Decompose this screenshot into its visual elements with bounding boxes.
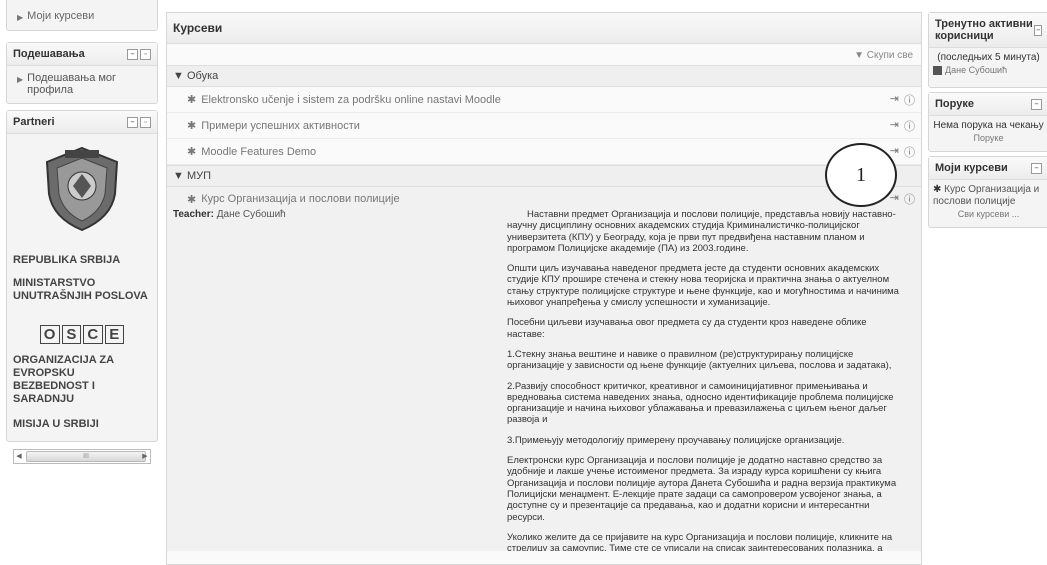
- teacher-link[interactable]: Дане Субошић: [217, 209, 286, 220]
- partner-osce-org: ORGANIZACIJA ZA EVROPSKU BEZBEDNOST I SA…: [13, 354, 114, 405]
- course-icon: ✱: [187, 94, 197, 106]
- caret-right-icon: ▶: [17, 75, 24, 84]
- messages-title: Поруке: [935, 98, 974, 110]
- online-period: (последњих 5 минута): [937, 52, 1040, 63]
- partners-header: Partneri – ▫: [7, 111, 157, 134]
- info-icon[interactable]: ⓘ: [904, 144, 915, 160]
- caret-down-icon: ▼: [173, 170, 187, 182]
- course-icon: ✱: [933, 184, 945, 195]
- course-icon: ✱: [187, 146, 197, 158]
- my-courses-title: Моји курсеви: [935, 162, 1008, 174]
- dock-icon[interactable]: ▫: [140, 48, 151, 60]
- partners-block: Partneri – ▫ REPUBLIKA SRBIJA MINISTARST…: [6, 110, 158, 464]
- collapse-icon: ▼: [854, 50, 867, 61]
- online-users-block: Тренутно активни корисници – (последњих …: [928, 12, 1047, 88]
- messages-header: Поруке –: [929, 93, 1047, 116]
- info-icon[interactable]: ⓘ: [904, 118, 915, 134]
- summary-paragraph: Општи циљ изучавања наведеног предмета ј…: [507, 263, 899, 309]
- online-user[interactable]: Дане Субошић: [933, 64, 1044, 77]
- messages-body: Нема порука на чекању Поруке: [929, 116, 1047, 149]
- police-crest-logo: [37, 144, 127, 234]
- avatar: [933, 65, 942, 75]
- scroll-left-icon[interactable]: ◀: [14, 450, 24, 463]
- summary-paragraph: 1.Стекну знања вештине и навике о правил…: [507, 348, 892, 372]
- messages-link[interactable]: Поруке: [974, 133, 1004, 143]
- settings-header: Подешавања – ▫: [7, 43, 157, 66]
- horizontal-scrollbar[interactable]: ◀ III ▶: [13, 449, 151, 464]
- enrol-icon[interactable]: ⇥: [890, 92, 899, 108]
- course-icon: ✱: [187, 120, 197, 132]
- category-obuka[interactable]: ▼ Обука: [167, 65, 921, 87]
- online-users-body: (последњих 5 минута) Дане Субошић: [929, 48, 1047, 81]
- osce-logo: O S C E: [39, 325, 125, 344]
- partner-ministry: MINISTARSTVO UNUTRAŠNJIH POSLOVA: [13, 277, 148, 302]
- courses-block: Курсеви ▼ Скупи све ▼ Обука ✱ Elektronsko…: [166, 12, 922, 565]
- collapse-icon[interactable]: –: [127, 116, 138, 128]
- caret-down-icon: ▼: [173, 70, 187, 82]
- my-courses-body: ✱ Курс Организација и послови полиције С…: [929, 180, 1047, 225]
- partners-title: Partneri: [13, 116, 55, 128]
- enrol-icon[interactable]: ⇥: [890, 118, 899, 134]
- all-courses-link[interactable]: Сви курсеви ...: [958, 209, 1020, 219]
- summary-paragraph: Посебни циљеви изучавања овог предмета с…: [507, 317, 867, 340]
- course-summary: Наставни предмет Организација и послови …: [507, 209, 905, 551]
- teacher-label: Teacher:: [173, 209, 214, 220]
- collapse-icon[interactable]: –: [1031, 98, 1042, 110]
- collapse-icon[interactable]: –: [1031, 162, 1042, 174]
- messages-block: Поруке – Нема порука на чекању Поруке: [928, 92, 1047, 152]
- course-row[interactable]: ✱ Примери успешних активности ⇥ ⓘ: [167, 113, 921, 139]
- summary-paragraph: Електронски курс Организација и послови …: [507, 455, 897, 523]
- collapse-icon[interactable]: –: [127, 48, 138, 60]
- info-icon[interactable]: ⓘ: [904, 92, 915, 108]
- caret-right-icon: ▶: [17, 13, 24, 22]
- no-messages-text: Нема порука на чекању: [933, 120, 1044, 131]
- dock-icon[interactable]: ▫: [140, 116, 151, 128]
- profile-settings-link[interactable]: ▶ Подешавања мог профила: [7, 66, 157, 100]
- collapse-all-link[interactable]: ▼ Скупи све: [167, 44, 921, 65]
- scroll-thumb[interactable]: III: [26, 451, 146, 462]
- partner-mission: MISIJA U SRBIJI: [13, 418, 99, 430]
- my-courses-header: Моји курсеви –: [929, 157, 1047, 180]
- callout-marker: 1: [825, 143, 897, 207]
- my-courses-block: Моји курсеви – ✱ Курс Организација и пос…: [928, 156, 1047, 228]
- info-icon[interactable]: ⓘ: [904, 191, 915, 207]
- scroll-right-icon[interactable]: ▶: [140, 450, 150, 463]
- course-link[interactable]: ✱ Курс Организација и послови полиције: [173, 191, 400, 207]
- course-row[interactable]: ✱ Moodle Features Demo ⇥ ⓘ: [167, 139, 921, 165]
- summary-paragraph: 3.Примењују методологију примерену проуч…: [507, 434, 845, 446]
- profile-settings-label: Подешавања мог профила: [27, 72, 117, 96]
- summary-paragraph: Уколико желите да се пријавите на курс О…: [507, 531, 893, 551]
- category-mup[interactable]: ▼ МУП: [167, 165, 921, 187]
- online-users-title: Тренутно активни корисници: [935, 18, 1033, 42]
- expanded-course: ✱ Курс Организација и послови полиције ⇥ ⓘ…: [167, 187, 921, 551]
- my-course-link[interactable]: ✱ Курс Организација и послови полиције: [933, 184, 1044, 208]
- my-courses-block-stub: ▶ Моји курсеви: [6, 0, 158, 31]
- online-users-header: Тренутно активни корисници –: [929, 13, 1047, 48]
- course-icon: ✱: [187, 193, 197, 206]
- enrol-icon[interactable]: ⇥: [890, 191, 899, 207]
- partner-republic: REPUBLIKA SRBIJA: [13, 254, 121, 266]
- summary-paragraph: 2.Развију способност критичког, креативн…: [507, 380, 894, 426]
- my-courses-link[interactable]: ▶ Моји курсеви: [7, 0, 157, 34]
- my-courses-label: Моји курсеви: [27, 10, 95, 22]
- collapse-icon[interactable]: –: [1034, 24, 1042, 36]
- courses-title: Курсеви: [167, 13, 921, 44]
- settings-block: Подешавања – ▫ ▶ Подешавања мог профила: [6, 42, 158, 104]
- settings-title: Подешавања: [13, 48, 85, 60]
- summary-paragraph: Наставни предмет Организација и послови …: [507, 209, 896, 254]
- course-row[interactable]: ✱ Elektronsko učenje i sistem za podršku …: [167, 87, 921, 113]
